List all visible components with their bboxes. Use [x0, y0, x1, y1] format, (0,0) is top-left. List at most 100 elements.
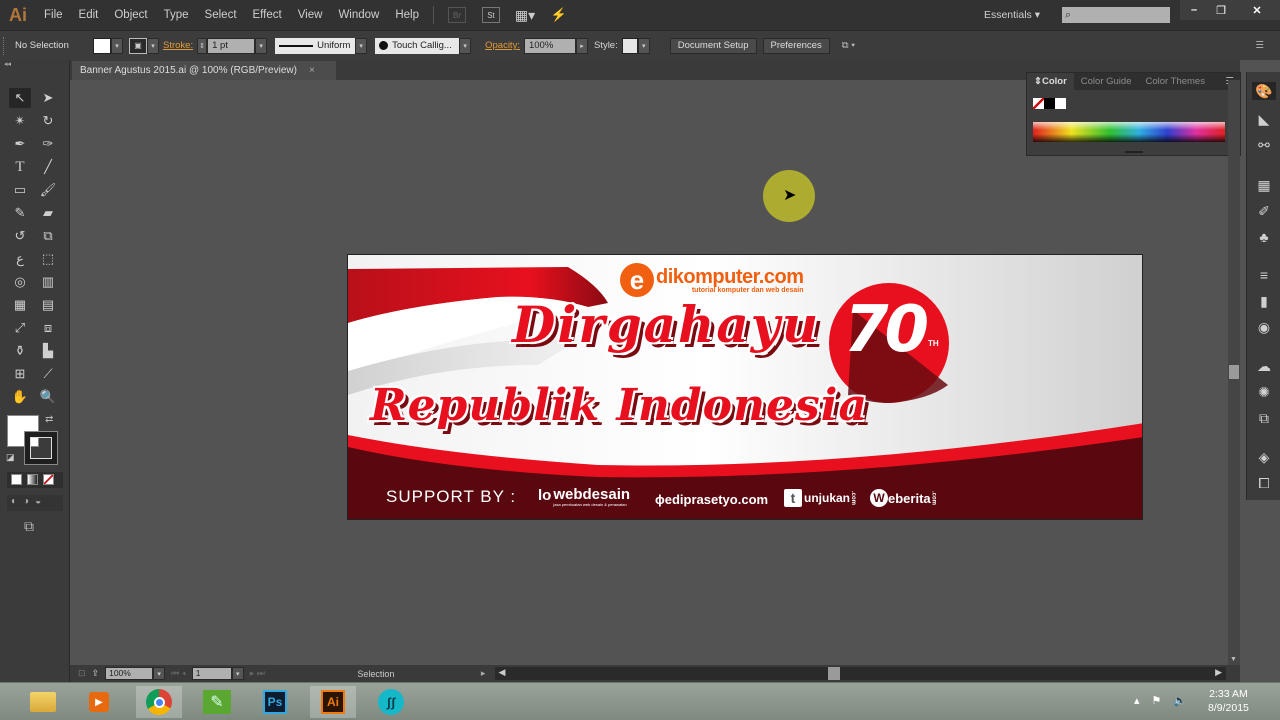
taskbar-coreldraw[interactable]: ✎ — [194, 686, 240, 718]
selection-tool-icon[interactable]: ↖ — [9, 88, 31, 108]
next-artboard-button[interactable]: ▸ ⏭ — [250, 668, 265, 679]
stroke-profile-select[interactable]: Uniform — [275, 37, 356, 54]
status-menu-arrow[interactable]: ▸ — [481, 668, 486, 679]
style-dropdown[interactable]: ▾ — [637, 37, 650, 54]
color-guide-icon[interactable]: ◣ — [1254, 110, 1274, 128]
close-tab-icon[interactable]: × — [309, 65, 315, 76]
line-tool-icon[interactable]: ╱ — [37, 157, 59, 177]
vertical-scrollbar[interactable]: ▼ — [1228, 80, 1240, 665]
rectangle-tool-icon[interactable]: ▭ — [9, 180, 31, 200]
menu-effect[interactable]: Effect — [245, 9, 290, 21]
panel-menu-icon[interactable]: ☰ — [1255, 40, 1264, 51]
free-transform-tool-icon[interactable]: ⬚ — [37, 249, 59, 269]
brush-select[interactable]: Touch Callig... — [375, 37, 460, 54]
tab-color[interactable]: ⇕Color — [1027, 73, 1074, 90]
taskbar-photoshop[interactable]: Ps — [252, 686, 298, 718]
draw-inside-icon[interactable]: ◒ — [35, 496, 41, 510]
artboard-banner[interactable]: e dikomputer.com tutorial komputer dan w… — [347, 254, 1143, 520]
gradient-icon[interactable]: ▮ — [1254, 292, 1274, 310]
pencil-tool-icon[interactable]: ✎ — [9, 203, 31, 223]
scroll-right-arrow[interactable]: ▶ — [1215, 667, 1222, 678]
blend-tool-icon[interactable]: ⧈ — [37, 318, 59, 338]
magic-wand-tool-icon[interactable]: ✴ — [9, 111, 31, 131]
brush-dropdown[interactable]: ▾ — [459, 37, 472, 54]
horizontal-scrollbar[interactable]: ◀ ▶ — [495, 667, 1226, 680]
horizontal-scroll-thumb[interactable] — [828, 667, 841, 680]
stroke-swatch[interactable]: ▣ — [129, 37, 147, 54]
fill-swatch[interactable] — [93, 37, 111, 54]
symbols-icon[interactable]: ♣ — [1254, 228, 1274, 246]
type-tool-icon[interactable]: T — [9, 157, 31, 177]
taskbar-media-player[interactable]: ▶ — [76, 686, 122, 718]
mesh-tool-icon[interactable]: ▦ — [9, 295, 31, 315]
minimize-button[interactable]: – — [1180, 0, 1208, 20]
stroke-dropdown[interactable]: ▾ — [147, 37, 159, 54]
document-tab[interactable]: Banner Agustus 2015.ai @ 100% (RGB/Previ… — [72, 61, 336, 80]
grip-handle[interactable] — [3, 36, 7, 55]
layers-icon[interactable]: ◈ — [1254, 448, 1274, 466]
eyedropper-tool-icon[interactable]: ⤢ — [9, 318, 31, 338]
taskbar-illustrator[interactable]: Ai — [310, 686, 356, 718]
zoom-tool-icon[interactable]: 🔍 — [37, 387, 59, 407]
restore-button[interactable]: ❐ — [1208, 0, 1234, 20]
menu-edit[interactable]: Edit — [71, 9, 107, 21]
hand-tool-icon[interactable]: ✋ — [9, 387, 31, 407]
stock-button[interactable]: St — [482, 7, 500, 23]
cc-libraries-icon[interactable]: ☁ — [1254, 357, 1274, 375]
transparency-icon[interactable]: ◉ — [1254, 318, 1274, 336]
menu-select[interactable]: Select — [197, 9, 245, 21]
style-swatch[interactable] — [621, 37, 638, 54]
pen-tool-icon[interactable]: ✒ — [9, 134, 31, 154]
taskbar-snagit[interactable]: ʃʃ — [368, 686, 414, 718]
warp-tool-icon[interactable]: ﻉ — [9, 249, 31, 269]
transform-icon[interactable]: ⧉ — [1254, 409, 1274, 427]
symbol-sprayer-tool-icon[interactable]: ⚱ — [9, 341, 31, 361]
screen-mode-icon[interactable]: ⧉ — [24, 518, 34, 535]
draw-normal-icon[interactable]: ◐ — [11, 496, 17, 510]
tab-color-guide[interactable]: Color Guide — [1074, 73, 1139, 90]
opacity-field[interactable]: 100% — [523, 37, 576, 54]
brushes-icon[interactable]: ✐ — [1254, 202, 1274, 220]
lasso-tool-icon[interactable]: ↻ — [37, 111, 59, 131]
none-swatch[interactable] — [1033, 98, 1044, 109]
curvature-tool-icon[interactable]: ✑ — [37, 134, 59, 154]
artboard-dropdown[interactable]: ▾ — [231, 667, 244, 680]
rotate-tool-icon[interactable]: ↺ — [9, 226, 31, 246]
shape-builder-tool-icon[interactable]: ◎ — [9, 272, 31, 292]
fill-dropdown[interactable]: ▾ — [111, 37, 123, 54]
perspective-grid-tool-icon[interactable]: ▥ — [37, 272, 59, 292]
bridge-button[interactable]: Br — [448, 7, 466, 23]
stroke-icon[interactable]: ≡ — [1254, 266, 1274, 284]
eraser-tool-icon[interactable]: ▰ — [37, 203, 59, 223]
menu-view[interactable]: View — [290, 9, 331, 21]
color-themes-icon[interactable]: ⚯ — [1254, 136, 1274, 154]
search-input[interactable]: ⌕ — [1062, 7, 1170, 23]
align-options-icon[interactable]: ⧉ ▾ — [842, 40, 855, 51]
artboard-number-field[interactable]: 1 — [191, 667, 232, 680]
menu-help[interactable]: Help — [387, 9, 427, 21]
column-graph-tool-icon[interactable]: ▙ — [37, 341, 59, 361]
swap-colors-icon[interactable]: ⇄ — [45, 414, 53, 425]
stroke-color-swatch[interactable] — [24, 431, 58, 465]
menu-file[interactable]: File — [36, 9, 71, 21]
taskbar-chrome[interactable] — [136, 686, 182, 718]
none-mode-icon[interactable] — [43, 474, 54, 485]
panel-resize-handle[interactable] — [1125, 151, 1143, 153]
first-artboard-button[interactable]: ⏮ ◂ — [171, 668, 186, 679]
close-button[interactable]: ✕ — [1234, 0, 1280, 20]
scale-tool-icon[interactable]: ⧉ — [37, 226, 59, 246]
color-mode-icon[interactable] — [11, 474, 22, 485]
menu-window[interactable]: Window — [330, 9, 387, 21]
show-hidden-icons[interactable]: ▴ — [1134, 694, 1140, 707]
share-icon[interactable]: ⇪ — [92, 668, 100, 679]
tab-color-themes[interactable]: Color Themes — [1138, 73, 1212, 90]
direct-selection-tool-icon[interactable]: ➤ — [37, 88, 59, 108]
arrange-documents-icon[interactable]: ▦▾ — [515, 7, 535, 23]
stroke-stepper[interactable]: ⇕ — [197, 37, 208, 54]
stroke-weight-dropdown[interactable]: ▾ — [255, 37, 268, 54]
appearance-icon[interactable]: ✺ — [1254, 383, 1274, 401]
menu-type[interactable]: Type — [156, 9, 197, 21]
collapse-icon[interactable]: ◂◂ — [0, 60, 69, 68]
artboard-tool-icon[interactable]: ⊞ — [9, 364, 31, 384]
zoom-field[interactable]: 100% — [105, 667, 154, 680]
